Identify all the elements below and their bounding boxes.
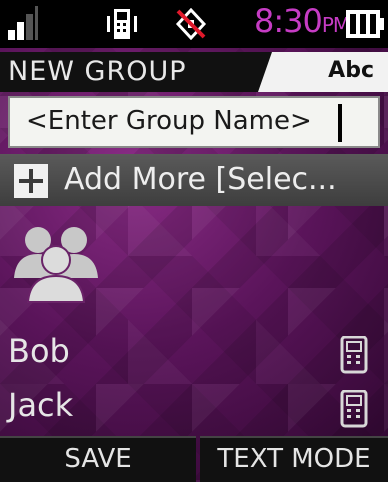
page-title: NEW GROUP (8, 56, 187, 87)
mobile-phone-icon (340, 390, 368, 428)
group-name-placeholder: <Enter Group Name> (26, 106, 312, 136)
clock-time: 8:30 (254, 2, 323, 40)
input-mode-indicator: Abc (258, 52, 388, 92)
plus-icon (14, 164, 48, 198)
location-off-icon (175, 8, 207, 40)
status-bar: 8:30PM (0, 0, 388, 48)
clock: 8:30PM (254, 2, 350, 40)
battery-icon (346, 10, 384, 38)
text-cursor (338, 104, 342, 142)
input-mode-label: Abc (328, 58, 374, 83)
add-more-label: Add More [Selec... (64, 162, 337, 197)
text-mode-softkey[interactable]: TEXT MODE (200, 436, 388, 482)
save-softkey-label: SAVE (64, 444, 132, 474)
signal-icon (8, 6, 38, 40)
member-name: Bob (8, 332, 70, 370)
text-mode-softkey-label: TEXT MODE (217, 444, 371, 474)
phone-vibrate-icon (107, 9, 137, 39)
save-softkey[interactable]: SAVE (0, 436, 196, 482)
member-name: Jack (8, 386, 74, 424)
list-item[interactable]: Jack (0, 384, 388, 434)
mobile-phone-icon (340, 336, 368, 374)
add-more-button[interactable]: Add More [Selec... (0, 154, 388, 206)
group-contacts-icon (14, 227, 98, 303)
list-item[interactable]: Bob (0, 330, 388, 380)
group-name-input[interactable]: <Enter Group Name> (8, 96, 380, 148)
